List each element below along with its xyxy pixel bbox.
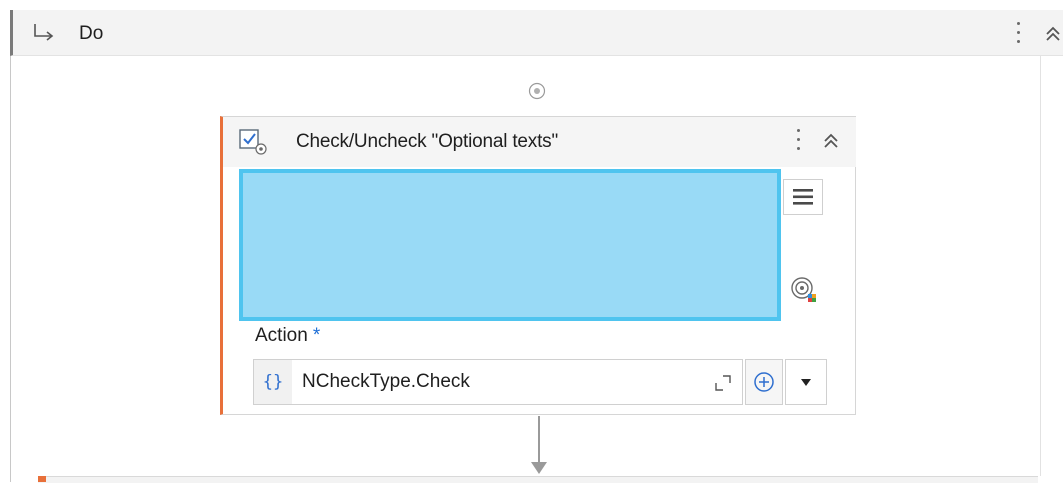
- do-sequence-title: Do: [79, 23, 104, 44]
- do-sequence-header[interactable]: Do: [10, 10, 1063, 56]
- activity-more-options-icon[interactable]: [795, 129, 801, 155]
- action-label-text: Action: [255, 325, 308, 346]
- add-activity-icon[interactable]: [528, 82, 546, 100]
- target-element-preview[interactable]: [239, 169, 781, 321]
- action-dropdown-button[interactable]: [785, 359, 827, 405]
- arrow-down-icon: [531, 462, 547, 474]
- do-more-options-icon[interactable]: [1015, 22, 1021, 48]
- indicate-target-icon[interactable]: [789, 275, 819, 305]
- plus-circle-icon: [754, 372, 774, 392]
- add-variable-button[interactable]: [745, 359, 783, 405]
- do-sequence-right-border: [1040, 56, 1041, 476]
- next-activity-accent: [38, 476, 46, 482]
- flow-connector-line: [538, 416, 540, 464]
- expand-editor-icon[interactable]: [712, 372, 734, 394]
- caret-down-icon: [801, 379, 811, 386]
- action-value: NCheckType.Check: [302, 371, 470, 392]
- target-options-button[interactable]: [783, 179, 823, 215]
- required-marker: *: [312, 325, 321, 346]
- do-sequence-left-border: [10, 56, 11, 482]
- activity-header[interactable]: Check/Uncheck "Optional texts": [223, 117, 856, 167]
- checkbox-check-icon: [239, 129, 267, 155]
- activity-title: Check/Uncheck "Optional texts": [296, 131, 558, 152]
- hamburger-menu-icon: [793, 189, 813, 205]
- expression-tag-icon: {}: [254, 360, 292, 404]
- action-input[interactable]: {} NCheckType.Check: [253, 359, 743, 405]
- activity-collapse-icon[interactable]: [819, 129, 843, 153]
- turn-down-right-arrow-icon: [34, 24, 54, 41]
- check-uncheck-activity-card[interactable]: Check/Uncheck "Optional texts" Action * {…: [220, 116, 856, 415]
- do-collapse-icon[interactable]: [1041, 22, 1063, 46]
- action-label: Action *: [255, 325, 320, 347]
